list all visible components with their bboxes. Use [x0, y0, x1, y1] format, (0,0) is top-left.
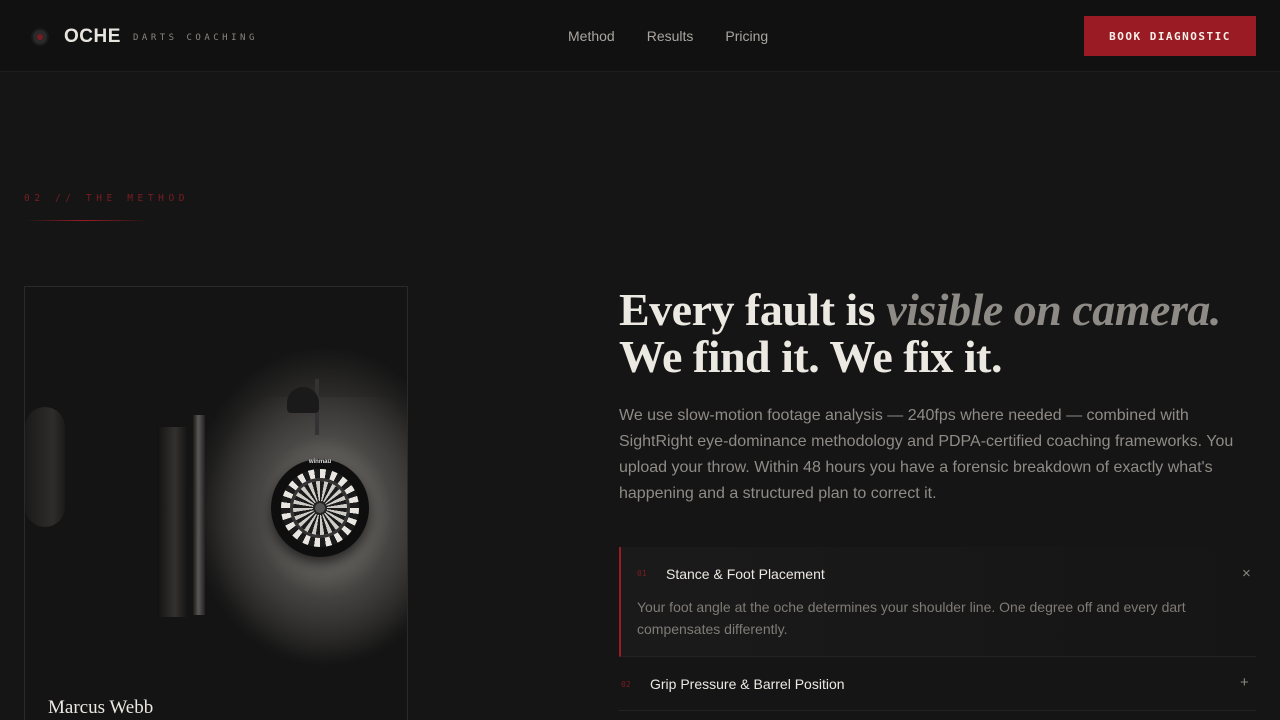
nav-links: Method Results Pricing [568, 28, 768, 44]
photo-post [193, 415, 205, 615]
photo-person-silhouette [25, 407, 65, 527]
close-icon[interactable]: × [1242, 565, 1251, 582]
accordion-title[interactable]: Stance & Foot Placement [666, 566, 825, 582]
dartboard-image [271, 459, 369, 557]
dartboard-logo-icon[interactable] [33, 30, 47, 44]
section-label: 02 // THE METHOD [24, 193, 190, 204]
top-nav: OCHE DARTS COACHING Method Results Prici… [0, 0, 1280, 72]
nav-link-pricing[interactable]: Pricing [725, 28, 768, 44]
lamp-icon [287, 387, 319, 413]
plus-icon[interactable]: + [1240, 674, 1249, 691]
section-divider [24, 220, 144, 221]
method-accordion: 01 Stance & Foot Placement × Your foot a… [619, 547, 1256, 711]
accordion-title[interactable]: Grip Pressure & Barrel Position [650, 676, 845, 692]
brand-tagline: DARTS COACHING [133, 33, 258, 43]
headline-line2: We find it. We fix it. [619, 331, 1003, 382]
nav-link-results[interactable]: Results [647, 28, 694, 44]
accordion-number: 02 [621, 680, 631, 689]
page-title: Every fault is visible on camera. We fin… [619, 286, 1259, 380]
accordion-item-stance[interactable]: 01 Stance & Foot Placement × Your foot a… [619, 547, 1256, 657]
photo-doorframe [157, 427, 187, 617]
headline-emphasis: visible on camera. [886, 284, 1221, 335]
nav-link-method[interactable]: Method [568, 28, 615, 44]
coach-photo: winmau Marcus Webb [24, 286, 408, 720]
book-diagnostic-button[interactable]: BOOK DIAGNOSTIC [1084, 16, 1256, 56]
dartboard-bullseye [315, 503, 325, 513]
lead-paragraph: We use slow-motion footage analysis — 24… [619, 407, 1234, 502]
accordion-item-grip[interactable]: 02 Grip Pressure & Barrel Position + [619, 657, 1256, 711]
brand-name[interactable]: OCHE [64, 26, 121, 48]
dartboard-brand: winmau [308, 459, 332, 465]
accordion-number: 01 [637, 569, 647, 578]
headline-part1: Every fault is [619, 284, 887, 335]
photo-caption: Marcus Webb [48, 697, 154, 718]
photo-wall-light [205, 397, 407, 720]
accordion-body: Your foot angle at the oche determines y… [637, 599, 1186, 637]
